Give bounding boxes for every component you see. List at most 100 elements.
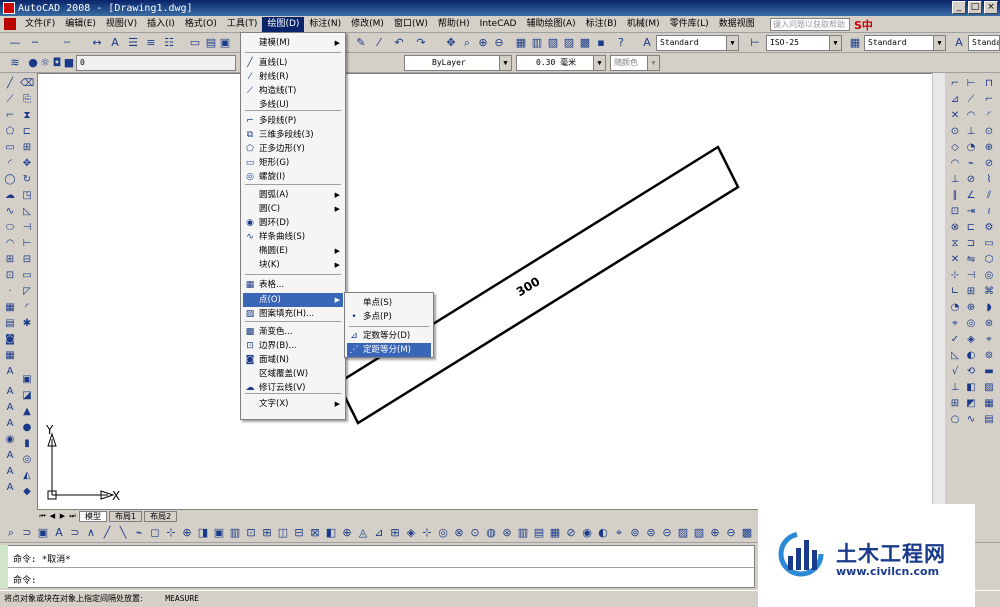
menu-item-16[interactable]: 数据视图 — [714, 17, 760, 32]
draw-menu-item-18[interactable]: ▨ 图案填充(H)... — [243, 307, 343, 321]
bottom-tool-icon[interactable]: ◉ — [580, 526, 594, 540]
align-icon[interactable]: ☰ — [126, 36, 140, 50]
mech-section-icon[interactable]: ⊘ — [982, 157, 996, 171]
make-block-icon[interactable]: ⊡ — [3, 269, 17, 283]
rotate-icon[interactable]: ↻ — [20, 173, 34, 187]
document-icon[interactable] — [4, 18, 16, 30]
bottom-tool-icon[interactable]: ⊞ — [260, 526, 274, 540]
mech-shaft-icon[interactable]: ▬ — [982, 365, 996, 379]
arc-icon[interactable]: ◜ — [3, 157, 17, 171]
insert-block-icon[interactable]: ⊞ — [3, 253, 17, 267]
menu-item-13[interactable]: 标注(B) — [581, 17, 622, 32]
plot-style-select[interactable]: 随颜色 ▼ — [610, 55, 660, 71]
3d-torus-icon[interactable]: ◎ — [20, 453, 34, 467]
justify-icon[interactable]: ☷ — [162, 36, 176, 50]
point-icon[interactable]: · — [3, 285, 17, 299]
draw-menu-item-5[interactable]: ⌐ 多段线(P) — [243, 114, 343, 128]
draw-menu-item-10[interactable]: 圆弧(A) ▶ — [243, 188, 343, 202]
bottom-tool-icon[interactable]: ⊃ — [20, 526, 34, 540]
draw-menu-item-7[interactable]: ⬠ 正多边形(Y) — [243, 142, 343, 156]
dim-text-edit-icon[interactable]: ◐ — [964, 349, 978, 363]
polar-icon[interactable]: ◔ — [948, 301, 962, 315]
rectangle-icon[interactable]: ▭ — [3, 141, 17, 155]
lineweight-select[interactable]: 0.30 毫米 ▼ — [516, 55, 606, 71]
snap-settings-icon[interactable]: ⊹ — [948, 269, 962, 283]
tracking-icon[interactable]: ⌖ — [948, 317, 962, 331]
bottom-tool-icon[interactable]: ◻ — [148, 526, 162, 540]
bottom-tool-icon[interactable]: ∧ — [84, 526, 98, 540]
menu-item-14[interactable]: 机械(M) — [622, 17, 665, 32]
menu-item-7[interactable]: 标注(N) — [304, 17, 346, 32]
bottom-tool-icon[interactable]: ▦ — [548, 526, 562, 540]
bottom-tool-icon[interactable]: ╲ — [116, 526, 130, 540]
menu-item-1[interactable]: 编辑(E) — [60, 17, 101, 32]
minimize-button[interactable]: _ — [952, 1, 966, 14]
3d-cylinder-icon[interactable]: ▮ — [20, 437, 34, 451]
maximize-button[interactable]: □ — [968, 1, 982, 14]
point-submenu-item-2[interactable]: ⊿ 定数等分(D) — [347, 329, 431, 343]
ortho-icon[interactable]: ∟ — [948, 285, 962, 299]
menu-item-8[interactable]: 修改(M) — [346, 17, 389, 32]
snap-none-icon[interactable]: ✕ — [948, 253, 962, 267]
snap-center-icon[interactable]: ⊙ — [948, 125, 962, 139]
draw-menu-item-8[interactable]: ▭ 矩形(G) — [243, 156, 343, 170]
bottom-tool-icon[interactable]: ▥ — [516, 526, 530, 540]
layer-select[interactable]: 0 — [76, 55, 236, 71]
bottom-tool-icon[interactable]: ⌁ — [132, 526, 146, 540]
scale-icon[interactable]: ◳ — [20, 189, 34, 203]
open-file-icon[interactable]: ▤ — [204, 36, 218, 50]
offset-icon[interactable]: ⊏ — [20, 125, 34, 139]
balloon-icon[interactable]: ○ — [948, 413, 962, 427]
draw-menu-item-12[interactable]: ◉ 圆环(D) — [243, 216, 343, 230]
multileader-style-select[interactable]: Standard — [968, 35, 1000, 51]
tab-model[interactable]: 模型 — [79, 510, 107, 522]
snap-midpoint-icon[interactable]: ⊿ — [948, 93, 962, 107]
3d-sphere-icon[interactable]: ● — [20, 421, 34, 435]
tool-palette-icon[interactable]: ▧ — [546, 36, 560, 50]
bottom-tool-icon[interactable]: ▨ — [676, 526, 690, 540]
bottom-tool-icon[interactable]: ⊡ — [244, 526, 258, 540]
mtext-icon[interactable]: A — [3, 365, 17, 379]
snap-intersect-icon[interactable]: ✕ — [948, 109, 962, 123]
command-window[interactable]: 命令: *取消* 命令: — [0, 545, 756, 588]
bottom-tool-icon[interactable]: ╱ — [100, 526, 114, 540]
tab-prev-icon[interactable]: ◀ — [48, 512, 57, 521]
vertical-scrollbar[interactable] — [932, 73, 945, 510]
snap-endpoint-icon[interactable]: ⌐ — [948, 77, 962, 91]
text-edit-icon[interactable]: A — [3, 401, 17, 415]
draw-menu-item-9[interactable]: ◎ 螺旋(I) — [243, 170, 343, 184]
spline-icon[interactable]: ∿ — [3, 205, 17, 219]
snap-perpendicular-icon[interactable]: ⊥ — [948, 173, 962, 187]
new-file-icon[interactable]: ▭ — [188, 36, 202, 50]
dim-override-icon[interactable]: ◩ — [964, 397, 978, 411]
bottom-tool-icon[interactable]: ⊟ — [292, 526, 306, 540]
text-justify-icon[interactable]: A — [3, 465, 17, 479]
trim-icon[interactable]: ⊣ — [20, 221, 34, 235]
3d-box-icon[interactable]: ▣ — [20, 373, 34, 387]
draw-menu-item-11[interactable]: 圆(C) ▶ — [243, 202, 343, 216]
draw-menu-item-21[interactable]: ◙ 面域(N) — [243, 353, 343, 367]
join-icon[interactable]: ▭ — [20, 269, 34, 283]
menu-item-5[interactable]: 工具(T) — [222, 17, 263, 32]
text-scale-icon[interactable]: A — [3, 449, 17, 463]
menu-item-10[interactable]: 帮助(H) — [433, 17, 475, 32]
bottom-tool-icon[interactable]: ⊿ — [372, 526, 386, 540]
bottom-tool-icon[interactable]: ⊕ — [180, 526, 194, 540]
bottom-tool-icon[interactable]: ⊚ — [628, 526, 642, 540]
mech-gear-icon[interactable]: ⚙ — [982, 221, 996, 235]
mech-thread-icon[interactable]: ⫽ — [982, 189, 996, 203]
mech-nut-icon[interactable]: ⬡ — [982, 253, 996, 267]
mech-title-icon[interactable]: ▦ — [982, 397, 996, 411]
hatch-icon[interactable]: ▦ — [3, 301, 17, 315]
dim-inspect-icon[interactable]: ◎ — [964, 317, 978, 331]
draw-menu-item-19[interactable]: ▩ 渐变色... — [243, 325, 343, 339]
draw-menu-item-14[interactable]: 椭圆(E) ▶ — [243, 244, 343, 258]
mech-pin-icon[interactable]: ⌘ — [982, 285, 996, 299]
explode-icon[interactable]: ✱ — [20, 317, 34, 331]
mech-seal-icon[interactable]: ⊚ — [982, 349, 996, 363]
menu-item-15[interactable]: 零件库(L) — [665, 17, 714, 32]
text-style-select[interactable]: Standard ▼ — [656, 35, 739, 51]
draw-menu-item-0[interactable]: 建模(M) ▶ — [243, 36, 343, 50]
dim-center-icon[interactable]: ⊕ — [964, 301, 978, 315]
bottom-tool-icon[interactable]: ◨ — [196, 526, 210, 540]
